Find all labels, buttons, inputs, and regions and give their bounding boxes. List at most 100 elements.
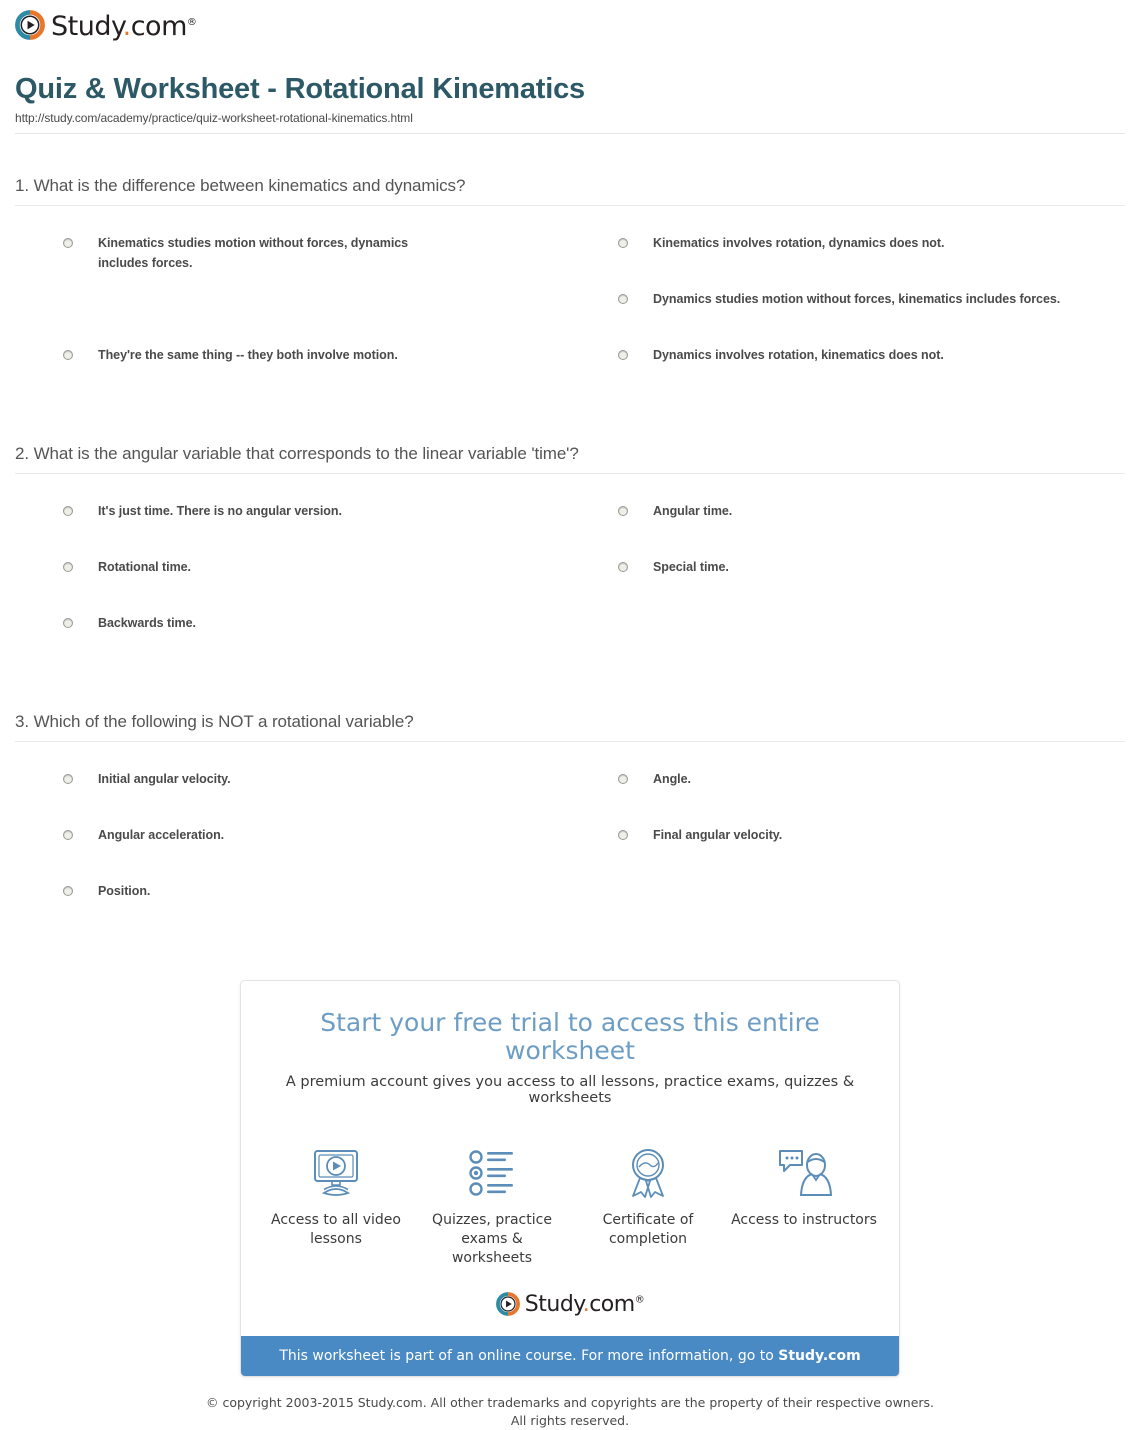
promo-section: Start your free trial to access this ent…: [15, 980, 1125, 1378]
radio-button-icon[interactable]: [618, 562, 628, 573]
radio-button-icon[interactable]: [618, 238, 628, 249]
feature-label: Access to instructors: [731, 1212, 877, 1229]
answer-option[interactable]: Angle.: [570, 770, 1125, 826]
brand-wordmark: Study.com®: [51, 10, 197, 42]
radio-button-icon[interactable]: [63, 886, 73, 897]
feature-item: Access to all video lessons: [263, 1144, 409, 1268]
brand-name-suffix: com: [130, 10, 188, 42]
feature-label: Access to all video lessons: [271, 1212, 401, 1248]
question-text: 1. What is the difference between kinema…: [15, 176, 466, 196]
answer-label: Angular time.: [653, 504, 733, 519]
questions-list: 1. What is the difference between kinema…: [15, 134, 1125, 938]
radio-button-icon[interactable]: [63, 618, 73, 629]
answer-label: Backwards time.: [98, 616, 196, 631]
promo-study-com-logo[interactable]: Study.com®: [241, 1274, 899, 1336]
promo-headline: Start your free trial to access this ent…: [320, 1008, 820, 1065]
feature-item: Quizzes, practice exams & worksheets: [419, 1144, 565, 1268]
answer-option-spacer: [570, 882, 1125, 938]
answer-label: Special time.: [653, 560, 729, 575]
brand-name-main: Study: [524, 1292, 583, 1318]
radio-button-icon[interactable]: [63, 238, 73, 249]
answer-options: It's just time. There is no angular vers…: [15, 474, 1125, 670]
answer-option[interactable]: Rotational time.: [15, 558, 570, 614]
answer-option[interactable]: Backwards time.: [15, 614, 570, 670]
promo-body: Start your free trial to access this ent…: [241, 981, 899, 1116]
answer-label: Dynamics involves rotation, kinematics d…: [653, 348, 944, 363]
feature-item: Certificate of completion: [575, 1144, 721, 1268]
answer-option[interactable]: It's just time. There is no angular vers…: [15, 502, 570, 558]
radio-button-icon[interactable]: [63, 562, 73, 573]
answer-label: They're the same thing -- they both invo…: [98, 348, 398, 363]
question-block: 2. What is the angular variable that cor…: [15, 444, 1125, 670]
play-circle-icon: [15, 10, 45, 40]
radio-button-icon[interactable]: [63, 350, 73, 361]
answer-option[interactable]: Angular time.: [570, 502, 1125, 558]
answer-option[interactable]: They're the same thing -- they both invo…: [15, 346, 570, 402]
instructor-chat-icon: [731, 1144, 877, 1202]
answer-label: Final angular velocity.: [653, 828, 783, 843]
answer-label: Kinematics studies motion without forces…: [98, 236, 409, 270]
answer-label: Kinematics involves rotation, dynamics d…: [653, 236, 945, 251]
feature-item: Access to instructors: [731, 1144, 877, 1268]
feature-label: Quizzes, practice exams & worksheets: [432, 1212, 552, 1267]
answer-option[interactable]: Kinematics studies motion without forces…: [15, 234, 570, 290]
title-block: Quiz & Worksheet - Rotational Kinematics…: [15, 40, 1125, 135]
promo-bar-text: This worksheet is part of an online cour…: [279, 1348, 779, 1365]
copyright-line-1: © copyright 2003-2015 Study.com. All oth…: [205, 1395, 935, 1411]
monitor-play-icon: [263, 1144, 409, 1202]
promo-bar-link[interactable]: Study.com: [778, 1348, 860, 1364]
promo-footer-bar[interactable]: This worksheet is part of an online cour…: [241, 1336, 899, 1377]
brand-name-main: Study: [51, 10, 123, 42]
radio-button-icon[interactable]: [618, 506, 628, 517]
answer-option[interactable]: Final angular velocity.: [570, 826, 1125, 882]
study-com-logo[interactable]: Study.com®: [15, 10, 1125, 40]
answer-label: Rotational time.: [98, 560, 191, 575]
answer-option[interactable]: Dynamics studies motion without forces, …: [570, 290, 1125, 346]
answer-option[interactable]: Kinematics involves rotation, dynamics d…: [570, 234, 1125, 290]
brand-name-dot: .: [122, 10, 132, 42]
brand-trademark: ®: [186, 16, 197, 28]
answer-option[interactable]: Initial angular velocity.: [15, 770, 570, 826]
radio-button-icon[interactable]: [618, 774, 628, 785]
answer-options: Initial angular velocity. Angle. Angular…: [15, 742, 1125, 938]
answer-option-spacer: [570, 614, 1125, 670]
brand-name-suffix: com: [589, 1292, 635, 1318]
page-title: Quiz & Worksheet - Rotational Kinematics: [15, 73, 585, 105]
answer-option[interactable]: Angular acceleration.: [15, 826, 570, 882]
answer-option[interactable]: Dynamics involves rotation, kinematics d…: [570, 346, 1125, 402]
answer-option[interactable]: Position.: [15, 882, 570, 938]
radio-button-icon[interactable]: [618, 294, 628, 305]
play-circle-icon: [495, 1292, 520, 1316]
question-block: 3. Which of the following is NOT a rotat…: [15, 712, 1125, 938]
radio-button-icon[interactable]: [63, 830, 73, 841]
promo-features: Access to all video lessons Quizzes, pra…: [241, 1116, 899, 1274]
brand-wordmark: Study.com®: [524, 1292, 645, 1318]
quiz-list-icon: [419, 1144, 565, 1202]
free-trial-card: Start your free trial to access this ent…: [240, 980, 900, 1378]
answer-option[interactable]: Special time.: [570, 558, 1125, 614]
site-header: Study.com®: [15, 0, 1125, 40]
question-text: 2. What is the angular variable that cor…: [15, 444, 579, 464]
radio-button-icon[interactable]: [618, 830, 628, 841]
promo-subheadline: A premium account gives you access to al…: [285, 1074, 855, 1107]
question-text: 3. Which of the following is NOT a rotat…: [15, 712, 414, 732]
answer-label: It's just time. There is no angular vers…: [98, 504, 342, 519]
copyright-line-2: All rights reserved.: [510, 1413, 630, 1429]
worksheet-page: Study.com® Quiz & Worksheet - Rotational…: [0, 0, 1140, 1430]
certificate-ribbon-icon: [575, 1144, 721, 1202]
answer-label: Initial angular velocity.: [98, 772, 231, 787]
brand-trademark: ®: [634, 1294, 645, 1306]
answer-label: Angle.: [653, 772, 691, 787]
question-block: 1. What is the difference between kinema…: [15, 176, 1125, 402]
radio-button-icon[interactable]: [618, 350, 628, 361]
page-url: http://study.com/academy/practice/quiz-w…: [15, 111, 413, 126]
radio-button-icon[interactable]: [63, 506, 73, 517]
answer-option-spacer: [15, 290, 570, 346]
answer-label: Position.: [98, 884, 151, 899]
feature-label: Certificate of completion: [602, 1212, 694, 1248]
copyright-footer: © copyright 2003-2015 Study.com. All oth…: [15, 1377, 1125, 1430]
answer-label: Angular acceleration.: [98, 828, 225, 843]
answer-label: Dynamics studies motion without forces, …: [653, 292, 1061, 307]
answer-options: Kinematics studies motion without forces…: [15, 206, 1125, 402]
radio-button-icon[interactable]: [63, 774, 73, 785]
